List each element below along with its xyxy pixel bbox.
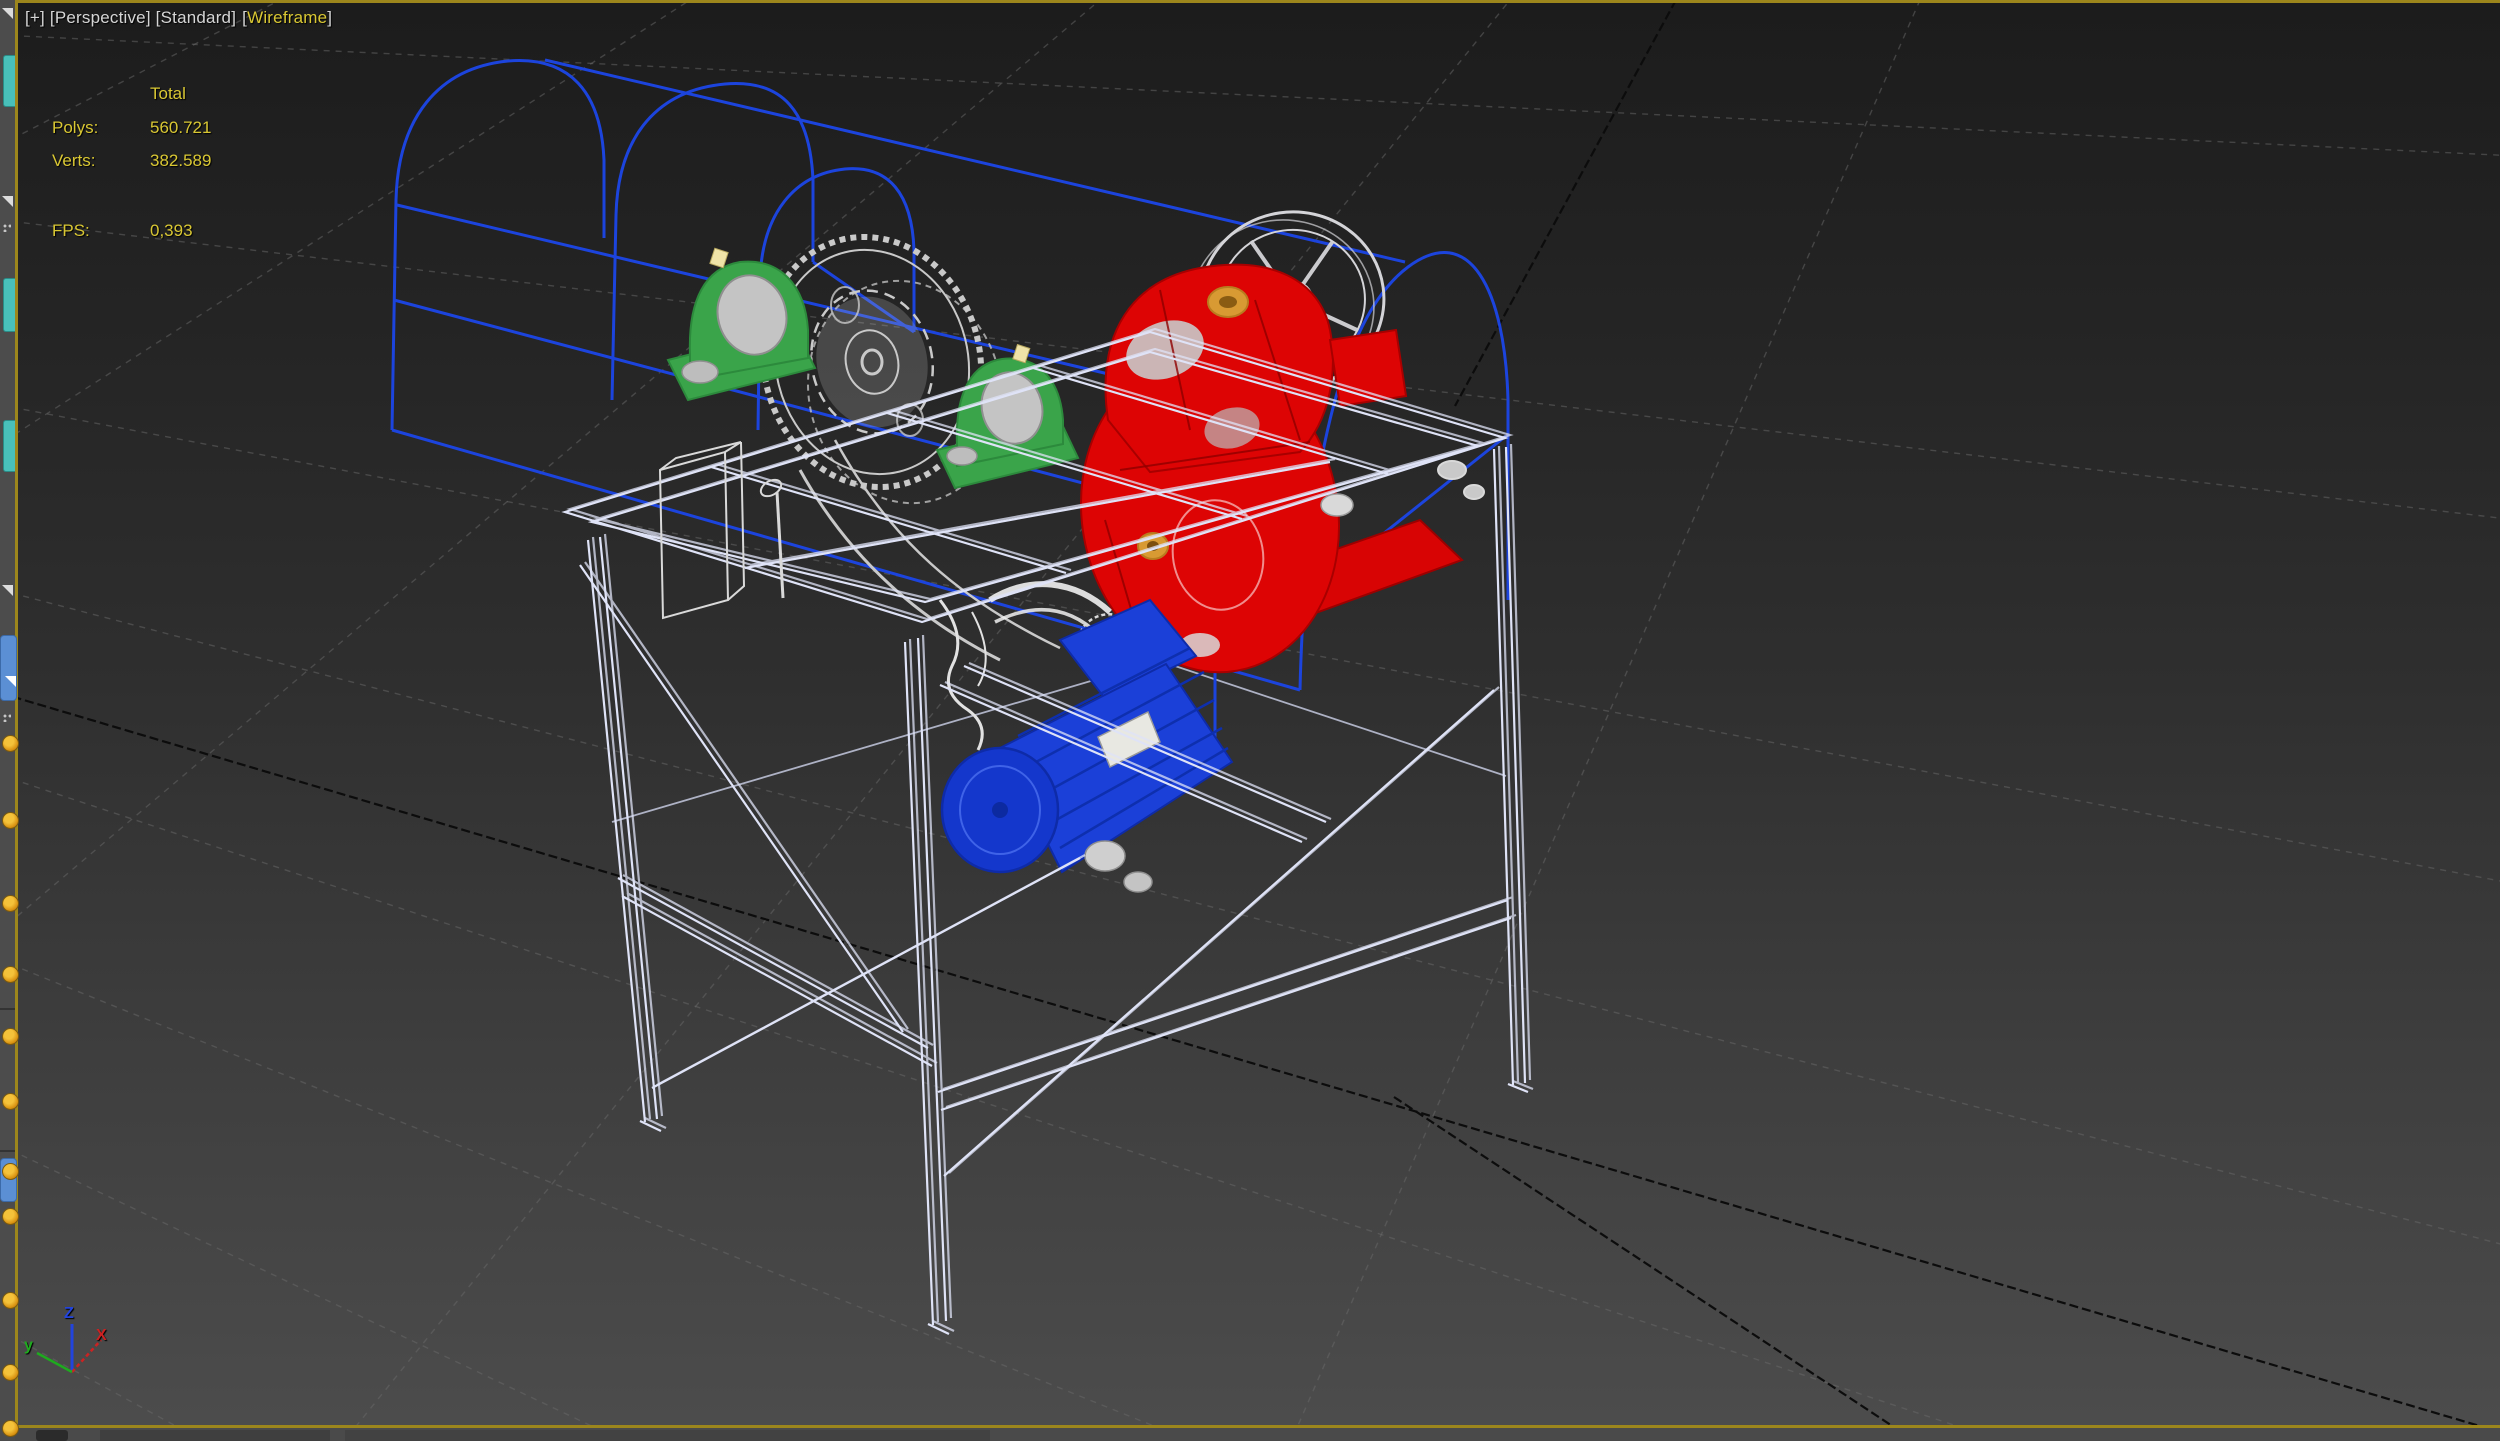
stats-fps-value: 0,393 xyxy=(150,221,193,240)
axis-x-label: X xyxy=(96,1327,107,1344)
grease-nipple-icon xyxy=(709,247,729,269)
stats-fps-label: FPS: xyxy=(52,221,90,240)
yellow-circle-tool-icon xyxy=(2,1163,19,1180)
bottom-edge-strip xyxy=(0,1428,2500,1441)
viewport-label-menus[interactable]: [+] [Perspective] [Standard] xyxy=(25,8,236,27)
world-axis-lines xyxy=(18,3,2481,1425)
teal-button-fragment-icon[interactable] xyxy=(3,278,15,332)
viewport-canvas[interactable] xyxy=(18,3,2500,1425)
teal-button-fragment-icon[interactable] xyxy=(3,55,15,107)
yellow-circle-tool-icon[interactable] xyxy=(2,1420,19,1437)
flyout-triangle-icon[interactable] xyxy=(2,8,13,19)
trackbar-fragment xyxy=(100,1430,330,1441)
perspective-viewport[interactable] xyxy=(15,0,2500,1428)
toolbar-separator xyxy=(0,1150,15,1152)
shading-bracket-close: ] xyxy=(327,8,333,27)
teal-button-fragment-icon[interactable] xyxy=(3,420,15,472)
stats-verts-label: Verts: xyxy=(52,151,96,170)
stats-verts-value: 382.589 xyxy=(150,151,212,170)
stats-total-header: Total xyxy=(150,84,186,103)
yellow-circle-tool-icon[interactable] xyxy=(2,966,19,983)
axis-tripod xyxy=(36,1324,102,1374)
pillow-block-bearing-left-green[interactable] xyxy=(666,247,817,402)
grease-nipple-icon xyxy=(1012,343,1031,364)
yellow-circle-tool-icon[interactable] xyxy=(2,1093,19,1110)
statistics-overlay: Total Polys: 560.721 Verts: 382.589 FPS: 0,… xyxy=(52,84,211,255)
pillow-block-bearing-right-green[interactable] xyxy=(935,343,1080,490)
flyout-triangle-icon[interactable] xyxy=(2,585,13,596)
grip-dots-icon xyxy=(3,224,11,232)
axis-y-label: y xyxy=(24,1337,33,1354)
yellow-circle-tool-icon[interactable] xyxy=(2,812,19,829)
home-grid xyxy=(18,3,2500,1425)
yellow-circle-tool-icon[interactable] xyxy=(2,1028,19,1045)
left-toolbar-sliver[interactable] xyxy=(0,0,19,1441)
trackbar-fragment xyxy=(345,1430,990,1441)
snap-toggle-blue-icon[interactable] xyxy=(0,635,17,701)
stats-polys-label: Polys: xyxy=(52,118,99,137)
axis-z-label: Z xyxy=(64,1305,74,1322)
shading-mode-label[interactable]: Wireframe xyxy=(247,8,327,27)
3dsmax-viewport-screenshot: { "viewport": { "label_left": "[+] [Pers… xyxy=(0,0,2500,1441)
yellow-circle-tool-icon[interactable] xyxy=(2,735,19,752)
yellow-circle-tool-icon[interactable] xyxy=(2,1364,19,1381)
orange-ring-hole xyxy=(1219,296,1237,308)
flyout-triangle-icon xyxy=(5,676,16,687)
flyout-triangle-icon[interactable] xyxy=(2,196,13,207)
trackbar-fragment xyxy=(36,1430,68,1441)
snap-toggle-blue-icon[interactable] xyxy=(0,1158,19,1202)
yellow-circle-tool-icon[interactable] xyxy=(2,895,19,912)
yellow-circle-tool-icon[interactable] xyxy=(2,1292,19,1309)
toolbar-separator xyxy=(0,1008,15,1010)
grip-dots-icon xyxy=(3,714,11,722)
viewport-label[interactable]: [+] [Perspective] [Standard] [Wireframe] xyxy=(25,8,332,28)
yellow-circle-tool-icon[interactable] xyxy=(2,1208,19,1225)
stats-polys-value: 560.721 xyxy=(150,118,212,137)
